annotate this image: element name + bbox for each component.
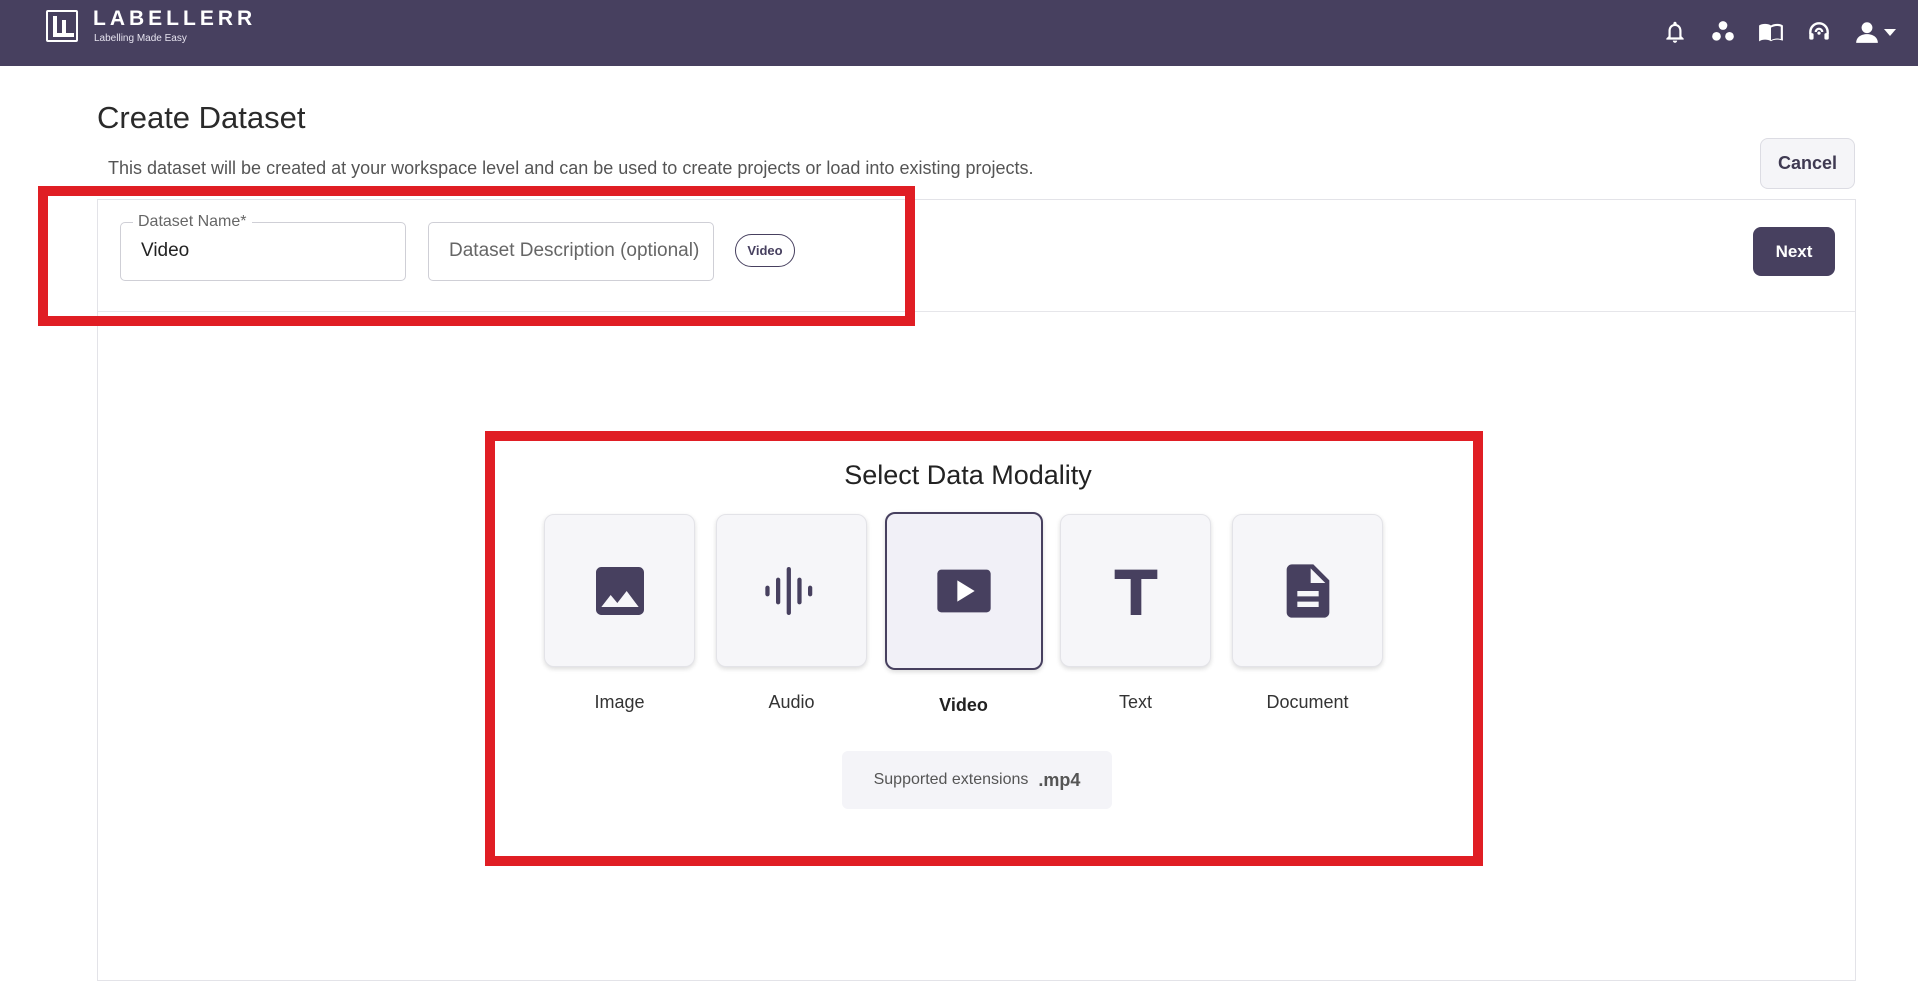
user-menu[interactable] bbox=[1854, 18, 1896, 46]
brand-name[interactable]: LABELLERR bbox=[93, 7, 256, 31]
bell-icon[interactable] bbox=[1662, 18, 1688, 46]
user-icon bbox=[1854, 18, 1880, 46]
top-icons-group bbox=[1662, 18, 1896, 46]
top-navigation-bar: LABELLERR Labelling Made Easy bbox=[0, 0, 1918, 66]
cancel-button[interactable]: Cancel bbox=[1760, 138, 1855, 189]
labellerr-logo-icon[interactable] bbox=[46, 10, 78, 42]
modality-highlight-box bbox=[485, 431, 1483, 866]
page-subtitle: This dataset will be created at your wor… bbox=[108, 158, 1034, 178]
dots-group-icon[interactable] bbox=[1710, 18, 1736, 46]
chevron-down-icon bbox=[1884, 28, 1896, 36]
next-button[interactable]: Next bbox=[1753, 227, 1835, 276]
page-title: Create Dataset bbox=[97, 100, 306, 135]
book-icon[interactable] bbox=[1758, 18, 1784, 46]
brand-tagline: Labelling Made Easy bbox=[94, 33, 187, 44]
headset-icon[interactable] bbox=[1806, 18, 1832, 46]
form-highlight-box bbox=[38, 186, 915, 326]
